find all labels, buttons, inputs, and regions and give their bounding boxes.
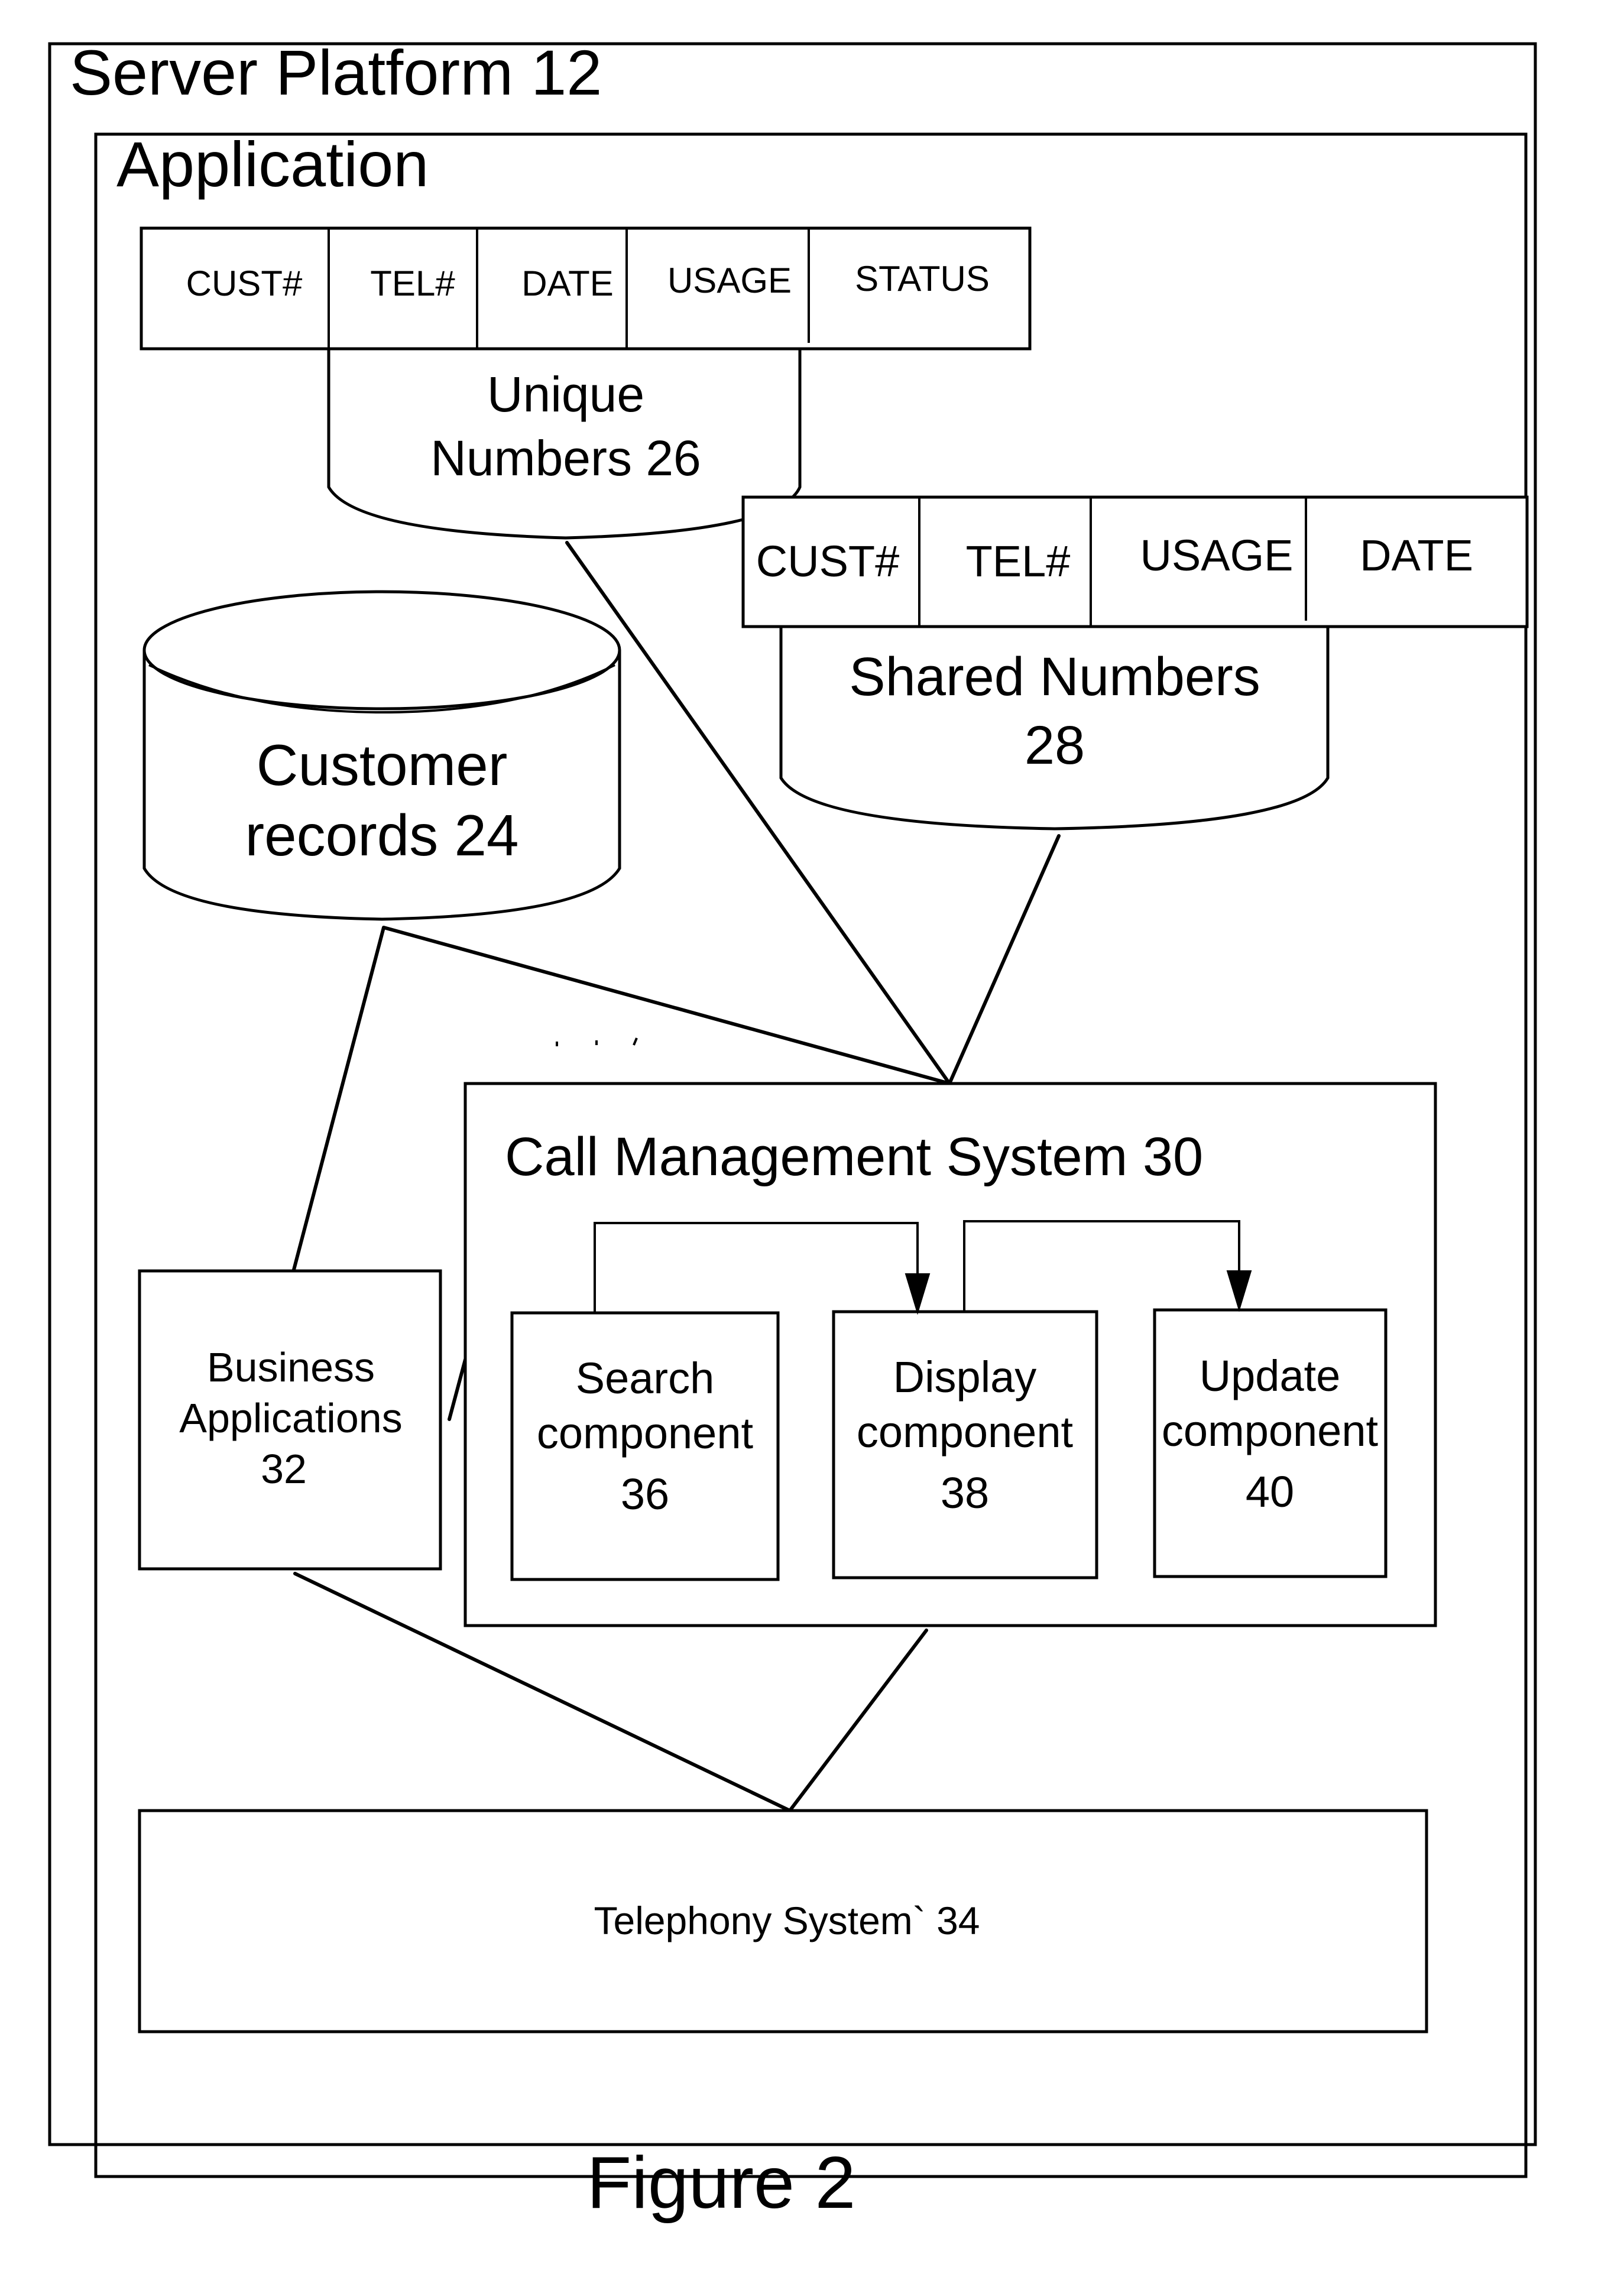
search-component-line3: 36 bbox=[621, 1470, 669, 1519]
unique-col-cust: CUST# bbox=[186, 264, 303, 303]
display-component-line2: component bbox=[857, 1407, 1074, 1457]
shared-numbers-label-line2: 28 bbox=[1025, 715, 1085, 776]
business-applications-line2: Applications bbox=[179, 1395, 402, 1441]
business-applications: Business Applications 32 bbox=[138, 1269, 442, 1571]
server-platform-title: Server Platform 12 bbox=[70, 37, 602, 108]
diagram-canvas: Server Platform 12 Application Unique Nu… bbox=[48, 37, 1537, 2224]
unique-col-usage: USAGE bbox=[667, 261, 792, 300]
unique-numbers-store: Unique Numbers 26 CUST# TEL# DATE USAGE … bbox=[140, 226, 1032, 540]
shared-numbers-table: CUST# TEL# USAGE DATE bbox=[741, 495, 1529, 628]
customer-records-label-line1: Customer bbox=[257, 732, 508, 797]
search-component-line1: Search bbox=[576, 1354, 714, 1403]
connector-shared-to-cms bbox=[948, 834, 1061, 1085]
shared-col-usage: USAGE bbox=[1140, 531, 1293, 580]
shared-col-tel: TEL# bbox=[966, 537, 1071, 586]
shared-numbers-label-line1: Shared Numbers bbox=[849, 647, 1260, 707]
business-applications-line3: 32 bbox=[261, 1446, 307, 1492]
telephony-system-label: Telephony System` 34 bbox=[594, 1899, 980, 1942]
shared-col-date: DATE bbox=[1360, 531, 1473, 580]
connector-business-to-cms-stub bbox=[448, 1358, 467, 1421]
business-applications-line1: Business bbox=[207, 1344, 375, 1390]
unique-col-tel: TEL# bbox=[370, 264, 455, 303]
display-component-line1: Display bbox=[893, 1352, 1037, 1402]
shared-numbers-store: Shared Numbers 28 CUST# TEL# USAGE DATE bbox=[741, 495, 1529, 831]
customer-records-label-line2: records 24 bbox=[245, 803, 518, 868]
update-component-line3: 40 bbox=[1246, 1467, 1294, 1516]
unique-numbers-table: CUST# TEL# DATE USAGE STATUS bbox=[140, 226, 1032, 351]
call-management-system: Call Management System 30 Search compone… bbox=[463, 1082, 1437, 1627]
unique-col-date: DATE bbox=[521, 264, 614, 303]
telephony-system: Telephony System` 34 bbox=[138, 1809, 1428, 2033]
application-title: Application bbox=[116, 128, 429, 200]
connector-cms-to-telephony bbox=[788, 1629, 928, 1812]
display-component-line3: 38 bbox=[941, 1468, 989, 1517]
unique-numbers-label-line2: Numbers 26 bbox=[430, 430, 701, 486]
update-component-line1: Update bbox=[1200, 1351, 1341, 1400]
cms-title: Call Management System 30 bbox=[505, 1127, 1203, 1187]
unique-col-status: STATUS bbox=[855, 259, 990, 299]
figure-caption: Figure 2 bbox=[587, 2142, 856, 2224]
unique-numbers-label-line1: Unique bbox=[487, 366, 644, 422]
shared-col-cust: CUST# bbox=[756, 537, 900, 586]
customer-records-store: Customer records 24 bbox=[142, 590, 621, 921]
search-component-line2: component bbox=[537, 1409, 754, 1458]
update-component-line2: component bbox=[1162, 1406, 1379, 1455]
